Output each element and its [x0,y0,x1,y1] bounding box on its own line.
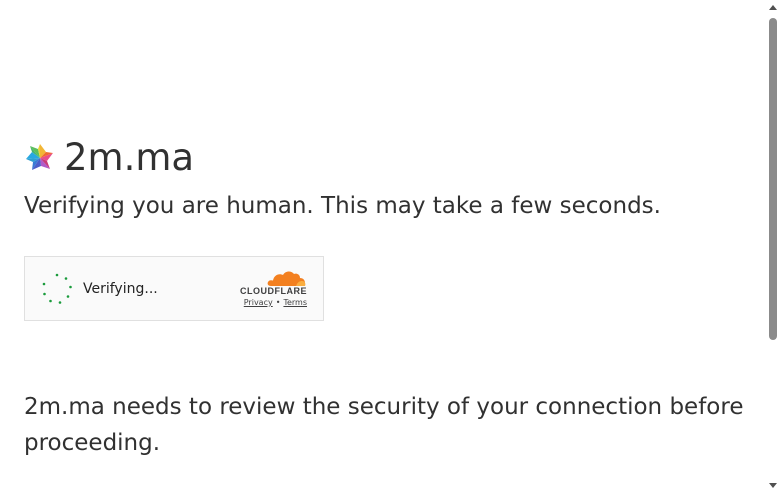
security-notice: 2m.ma needs to review the security of yo… [24,394,744,456]
cloudflare-brand: CLOUDFLARE Privacy • Terms [231,269,307,309]
turnstile-widget[interactable]: Verifying... CLOUDFLARE Privacy • Terms [24,256,324,321]
pinwheel-logo-icon [26,144,53,170]
verifying-status-label: Verifying... [83,281,158,297]
challenge-subtitle: Verifying you are human. This may take a… [24,193,661,219]
terms-link[interactable]: Terms [283,298,307,307]
scrollbar-thumb[interactable] [769,18,777,340]
privacy-link[interactable]: Privacy [244,298,273,307]
vertical-scrollbar[interactable] [766,0,780,493]
cloudflare-wordmark: CLOUDFLARE [240,286,307,296]
scroll-up-arrow-icon[interactable] [769,5,777,10]
challenge-page: 2m.ma Verifying you are human. This may … [0,0,780,493]
site-name: 2m.ma [64,136,195,179]
link-separator: • [275,298,281,307]
widget-links: Privacy • Terms [244,298,307,307]
site-header: 2m.ma [24,136,194,180]
loading-spinner-icon [42,273,72,304]
scroll-down-arrow-icon[interactable] [769,483,777,488]
